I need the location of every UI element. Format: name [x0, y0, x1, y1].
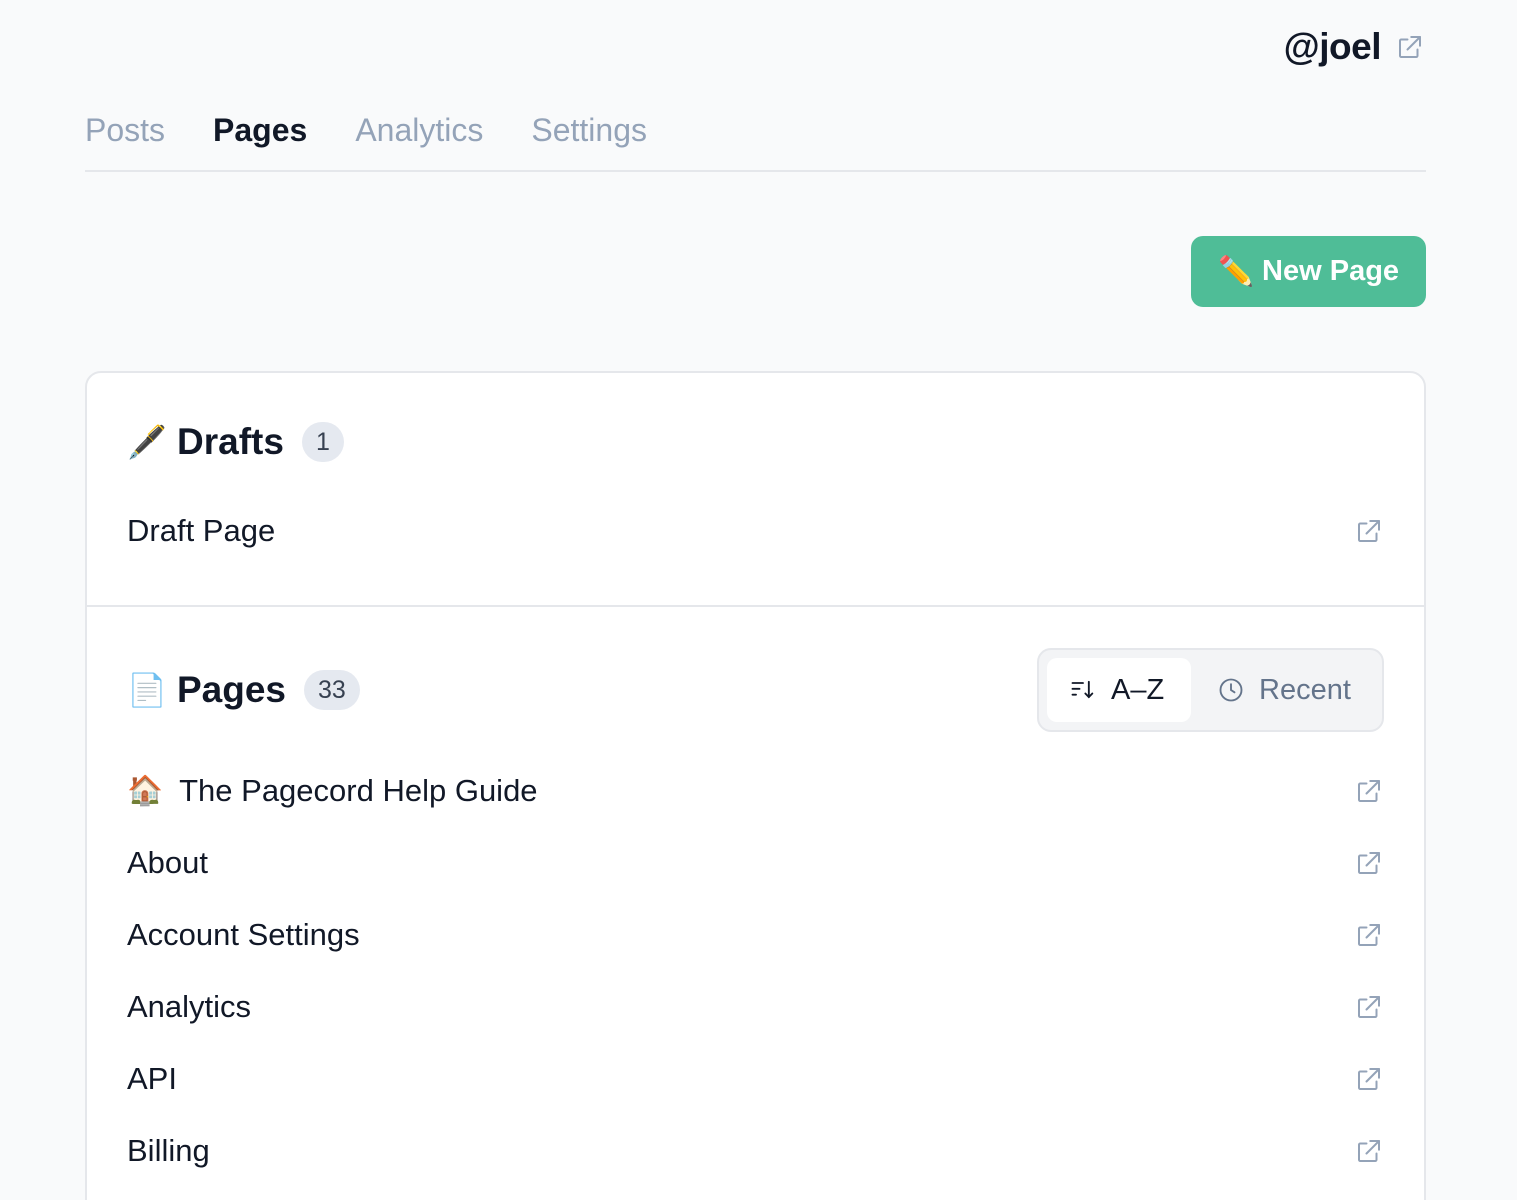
tab-posts[interactable]: Posts: [85, 104, 165, 170]
pencil-icon: ✏️: [1217, 255, 1255, 288]
new-page-label: New Page: [1262, 255, 1400, 287]
page-row-title: API: [127, 1061, 177, 1097]
profile-link[interactable]: @joel: [1284, 26, 1425, 68]
page-row[interactable]: 🏠 The Pagecord Help Guide: [127, 765, 1384, 817]
page-row-title: Analytics: [127, 989, 251, 1025]
sort-az-button[interactable]: A–Z: [1047, 658, 1191, 722]
drafts-section: 🖋️ Drafts 1 Draft Page: [87, 373, 1424, 607]
external-link-icon: [1395, 32, 1425, 62]
pages-header: 📄 Pages 33: [127, 669, 360, 711]
sort-toggle: A–Z Recent: [1037, 648, 1384, 732]
page-row-title: 🏠 The Pagecord Help Guide: [127, 773, 538, 809]
new-page-button[interactable]: ✏️ New Page: [1191, 236, 1426, 307]
page-row[interactable]: Account Settings: [127, 909, 1384, 961]
tab-pages[interactable]: Pages: [213, 104, 307, 170]
dashboard-page: @joel Posts Pages Analytics Settings ✏️ …: [0, 0, 1517, 1200]
external-link-icon[interactable]: [1354, 992, 1384, 1022]
tab-settings[interactable]: Settings: [531, 104, 647, 170]
pages-card: 🖋️ Drafts 1 Draft Page 📄 Pages 33 A–Z Re…: [85, 371, 1426, 1200]
sort-recent-label: Recent: [1259, 673, 1351, 706]
page-row-title: Account Settings: [127, 917, 360, 953]
username: @joel: [1283, 26, 1382, 67]
external-link-icon[interactable]: [1354, 920, 1384, 950]
page-title-text: Account Settings: [127, 917, 360, 952]
sort-az-label: A–Z: [1111, 673, 1165, 706]
page-emoji-icon: 🏠: [127, 775, 164, 807]
drafts-title: Drafts: [177, 421, 284, 462]
page-row[interactable]: Analytics: [127, 981, 1384, 1033]
external-link-icon[interactable]: [1354, 848, 1384, 878]
pages-count-badge: 33: [304, 670, 360, 710]
page-row-title: Billing: [127, 1133, 210, 1169]
page-row[interactable]: API: [127, 1053, 1384, 1105]
draft-row[interactable]: Draft Page: [127, 505, 1384, 557]
page-title-text: About: [127, 845, 209, 880]
external-link-icon[interactable]: [1354, 776, 1384, 806]
clock-icon: [1219, 678, 1243, 702]
page-title-text: API: [127, 1061, 177, 1096]
external-link-icon[interactable]: [1354, 516, 1384, 546]
page-title-text: The Pagecord Help Guide: [179, 773, 538, 808]
page-row[interactable]: About: [127, 837, 1384, 889]
page-title-text: Analytics: [127, 989, 252, 1024]
sort-alpha-icon: [1071, 680, 1094, 699]
external-link-icon[interactable]: [1354, 1136, 1384, 1166]
draft-title: Draft Page: [127, 513, 276, 548]
page-title-text: Billing: [127, 1133, 210, 1168]
external-link-icon[interactable]: [1354, 1064, 1384, 1094]
fountain-pen-icon: 🖋️: [127, 424, 167, 460]
tab-analytics[interactable]: Analytics: [355, 104, 483, 170]
page-row[interactable]: Billing: [127, 1125, 1384, 1177]
page-row-title: About: [127, 845, 208, 881]
page-document-icon: 📄: [127, 672, 167, 708]
pages-title: Pages: [177, 669, 287, 710]
main-tabs: Posts Pages Analytics Settings: [85, 104, 1426, 172]
drafts-header: 🖋️ Drafts 1: [127, 421, 344, 463]
sort-recent-button[interactable]: Recent: [1195, 658, 1373, 722]
drafts-count-badge: 1: [301, 422, 344, 462]
pages-section: 📄 Pages 33 A–Z Recent 🏠 The Pagecord Help…: [87, 607, 1424, 1200]
